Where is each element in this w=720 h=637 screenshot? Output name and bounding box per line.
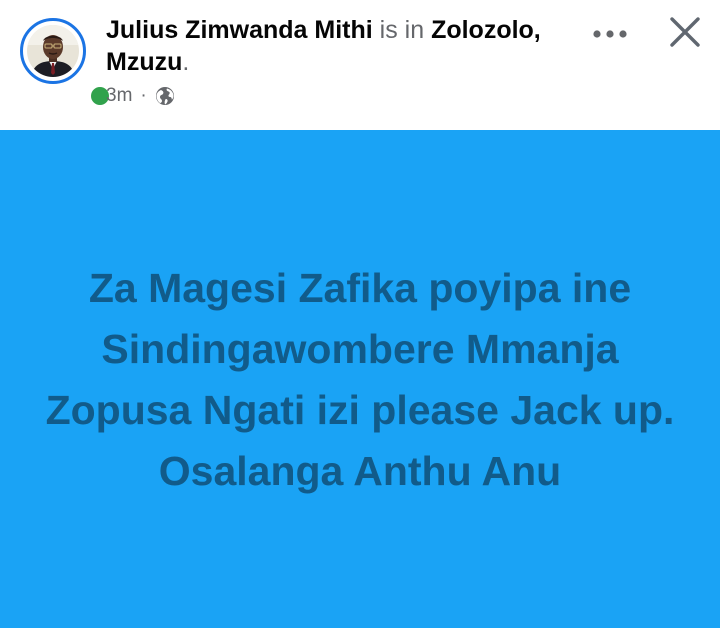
- location-region-text: Mzuzu: [106, 48, 183, 76]
- more-options-button[interactable]: [586, 16, 634, 52]
- location-connector-text: is in: [379, 16, 425, 44]
- author-avatar-container[interactable]: [20, 18, 112, 108]
- bottom-divider: [0, 628, 720, 637]
- more-icon: [593, 30, 627, 38]
- close-icon: [670, 17, 700, 47]
- author-name-link[interactable]: Julius Zimwanda Mithi: [106, 16, 373, 44]
- title-period: .: [182, 48, 190, 76]
- post-meta: 3m ·: [106, 84, 175, 108]
- location-city-text: Zolozolo,: [431, 16, 541, 44]
- post-header: Julius Zimwanda Mithi is in Zolozolo, Mzu…: [0, 0, 720, 130]
- globe-icon[interactable]: [155, 86, 175, 106]
- meta-separator: ·: [140, 85, 147, 106]
- post-body-text: Za Magesi Zafika poyipa ine Sindingawomb…: [45, 265, 675, 494]
- close-button[interactable]: [658, 8, 712, 56]
- avatar-photo: [27, 25, 79, 77]
- post-timestamp[interactable]: 3m: [106, 85, 132, 107]
- post-background: Za Magesi Zafika poyipa ine Sindingawomb…: [0, 130, 720, 628]
- post-title: Julius Zimwanda Mithi is in Zolozolo, Mzu…: [106, 14, 586, 78]
- avatar[interactable]: [27, 25, 79, 77]
